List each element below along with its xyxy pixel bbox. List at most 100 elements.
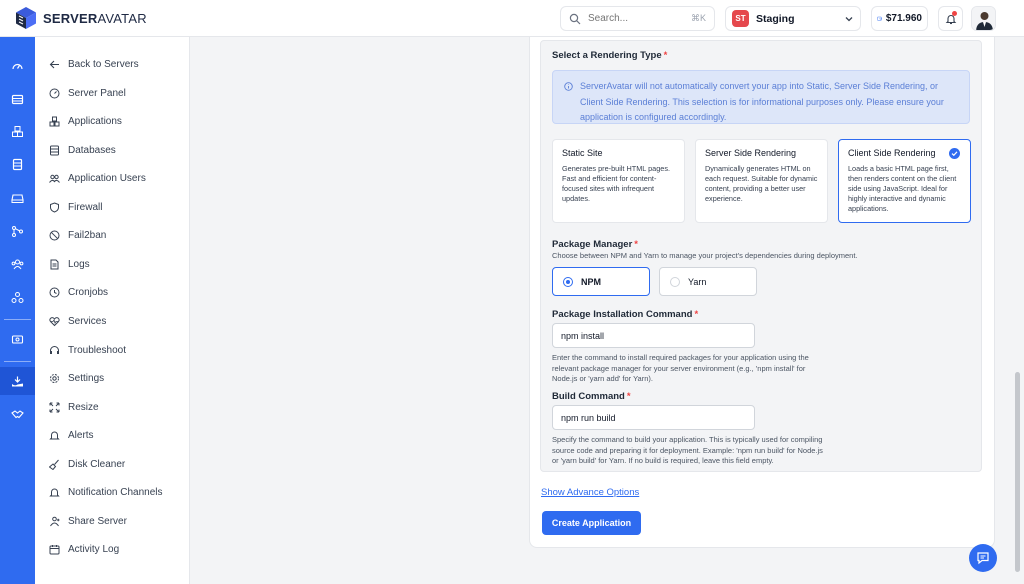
rail-team-icon[interactable]: [9, 256, 26, 273]
sidebar-item-label: Settings: [68, 372, 105, 384]
users-icon: [48, 172, 60, 184]
sidebar-item-label: Activity Log: [68, 543, 120, 555]
gauge-icon: [48, 87, 60, 99]
rail-dashboard-icon[interactable]: [9, 58, 26, 75]
top-bar: SERVERAVATAR ⌘K ST Staging $71.960: [0, 0, 1024, 37]
rail-storage-icon[interactable]: [9, 189, 26, 206]
sidebar-item-label: Notification Channels: [68, 486, 163, 498]
rail-deploy-icon[interactable]: [9, 373, 26, 390]
database-icon: [48, 144, 60, 156]
create-application-button[interactable]: Create Application: [542, 511, 641, 535]
shield-icon: [48, 201, 60, 213]
sidebar-item-resize[interactable]: Resize: [48, 398, 99, 416]
search-icon: [569, 13, 581, 24]
radio-unchecked[interactable]: [670, 276, 680, 287]
sidebar-item-application-users[interactable]: Application Users: [48, 169, 146, 187]
sidebar-item-logs[interactable]: Logs: [48, 255, 90, 273]
rendering-option-description: Dynamically generates HTML on each reque…: [705, 164, 818, 203]
sidebar-item-fail2ban[interactable]: Fail2ban: [48, 226, 106, 244]
package-manager-yarn[interactable]: Yarn: [659, 267, 757, 296]
brand-logo[interactable]: SERVERAVATAR: [14, 6, 147, 30]
sidebar-item-label: Resize: [68, 401, 99, 413]
install-command-label: Package Installation Command *: [552, 309, 699, 320]
rendering-option-title: Server Side Rendering: [705, 148, 797, 158]
user-avatar[interactable]: [971, 6, 996, 31]
server-badge: ST: [732, 10, 749, 27]
headset-icon: [48, 344, 60, 356]
rendering-option-title: Static Site: [562, 148, 603, 158]
build-command-input[interactable]: [552, 405, 755, 430]
install-command-input[interactable]: [552, 323, 755, 348]
bell-icon: [48, 429, 60, 441]
share-icon: [48, 515, 60, 527]
rendering-option-server-side[interactable]: Server Side Rendering Dynamically genera…: [695, 139, 828, 223]
icon-rail: [0, 37, 35, 584]
sidebar-item-cronjobs[interactable]: Cronjobs: [48, 283, 108, 301]
package-manager-option-label: NPM: [581, 276, 601, 287]
notification-dot: [952, 11, 957, 16]
sidebar-item-label: Server Panel: [68, 87, 126, 99]
user-photo-icon: [972, 7, 995, 30]
page-scrollbar[interactable]: [1015, 372, 1020, 572]
chat-support-button[interactable]: [969, 544, 997, 572]
sidebar-item-label: Alerts: [68, 429, 94, 441]
rendering-option-client-side[interactable]: Client Side Rendering Loads a basic HTML…: [838, 139, 971, 223]
package-manager-npm[interactable]: NPM: [552, 267, 650, 296]
sidebar-item-services[interactable]: Services: [48, 312, 106, 330]
sidebar-item-back-to-servers[interactable]: Back to Servers: [48, 55, 139, 73]
package-manager-help: Choose between NPM and Yarn to manage yo…: [552, 251, 858, 260]
info-icon: [564, 82, 573, 91]
chevron-down-icon: [845, 16, 853, 21]
rendering-type-label: Select a Rendering Type *: [552, 50, 668, 61]
sidebar-item-label: Applications: [68, 115, 122, 127]
sidebar-item-notification-channels[interactable]: Notification Channels: [48, 483, 163, 501]
wallet-icon: [877, 16, 882, 21]
sidebar-item-disk-cleaner[interactable]: Disk Cleaner: [48, 455, 125, 473]
search-input[interactable]: [588, 13, 678, 24]
sidebar-item-applications[interactable]: Applications: [48, 112, 122, 130]
sidebar-item-label: Firewall: [68, 201, 103, 213]
sidebar-item-alerts[interactable]: Alerts: [48, 426, 94, 444]
rail-servers-icon[interactable]: [9, 91, 26, 108]
show-advance-options-link[interactable]: Show Advance Options: [541, 487, 639, 498]
rail-handshake-icon[interactable]: [9, 406, 26, 423]
balance-amount: $71.960: [885, 13, 922, 24]
sidebar-item-troubleshoot[interactable]: Troubleshoot: [48, 341, 126, 359]
rail-git-icon[interactable]: [9, 223, 26, 240]
ban-icon: [48, 229, 60, 241]
rendering-info-alert: ServerAvatar will not automatically conv…: [552, 70, 970, 124]
cubes-icon: [48, 115, 60, 127]
radio-checked[interactable]: [563, 276, 573, 287]
rail-organization-icon[interactable]: [9, 289, 26, 306]
sidebar-item-label: Back to Servers: [68, 58, 139, 70]
server-selector[interactable]: ST Staging: [725, 6, 861, 31]
gear-icon: [48, 372, 60, 384]
rail-databases-icon[interactable]: [9, 156, 26, 173]
package-manager-label: Package Manager *: [552, 239, 638, 250]
sidebar-item-firewall[interactable]: Firewall: [48, 198, 102, 216]
arrow-left-icon: [48, 58, 60, 70]
build-command-help: Specify the command to build your applic…: [552, 435, 823, 465]
rail-applications-icon[interactable]: [9, 123, 26, 140]
sidebar-item-share-server[interactable]: Share Server: [48, 512, 127, 530]
sidebar-item-server-panel[interactable]: Server Panel: [48, 84, 126, 102]
brand-name: SERVERAVATAR: [43, 10, 147, 26]
sidebar-item-label: Databases: [68, 144, 116, 156]
search-box[interactable]: ⌘K: [560, 6, 715, 31]
sidebar-item-activity-log[interactable]: Activity Log: [48, 540, 119, 558]
server-name: Staging: [756, 12, 795, 25]
rail-divider: [4, 361, 31, 362]
clock-icon: [48, 286, 60, 298]
notifications-button[interactable]: [938, 6, 963, 31]
rendering-info-text: ServerAvatar will not automatically conv…: [580, 81, 944, 122]
balance-button[interactable]: $71.960: [871, 6, 928, 31]
rendering-option-description: Loads a basic HTML page first, then rend…: [848, 164, 957, 213]
rendering-option-static-site[interactable]: Static Site Generates pre-built HTML pag…: [552, 139, 685, 223]
serveravatar-logo-icon: [16, 7, 36, 29]
install-command-help: Enter the command to install required pa…: [552, 353, 809, 383]
sidebar-item-databases[interactable]: Databases: [48, 141, 116, 159]
rail-billing-icon[interactable]: [9, 331, 26, 348]
sidebar-item-label: Application Users: [68, 172, 146, 184]
rendering-option-title: Client Side Rendering: [848, 148, 936, 158]
sidebar-item-settings[interactable]: Settings: [48, 369, 104, 387]
